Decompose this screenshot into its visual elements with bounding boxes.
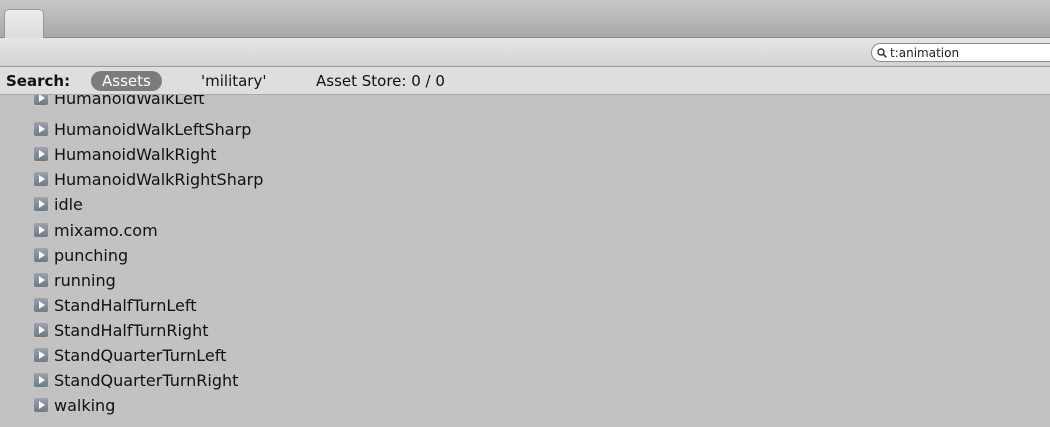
list-item-label: HumanoidWalkRightSharp bbox=[54, 169, 264, 189]
animation-clip-icon bbox=[34, 122, 48, 136]
search-field[interactable] bbox=[871, 43, 1050, 62]
animation-clip-icon bbox=[34, 197, 48, 211]
list-item[interactable]: HumanoidWalkRightSharp bbox=[34, 167, 263, 191]
list-item[interactable]: idle bbox=[34, 192, 83, 216]
animation-clip-icon bbox=[34, 273, 48, 287]
project-tab[interactable] bbox=[4, 9, 44, 39]
list-item-label: StandQuarterTurnRight bbox=[54, 370, 239, 390]
animation-clip-icon bbox=[34, 373, 48, 387]
list-item[interactable]: walking bbox=[34, 393, 115, 417]
list-item[interactable]: HumanoidWalkRight bbox=[34, 142, 217, 166]
list-item[interactable]: StandQuarterTurnLeft bbox=[34, 343, 226, 367]
search-icon bbox=[877, 47, 887, 58]
list-item-label: HumanoidWalkLeft bbox=[54, 95, 205, 108]
list-item[interactable]: StandHalfTurnLeft bbox=[34, 293, 196, 317]
list-item[interactable]: StandQuarterTurnRight bbox=[34, 368, 238, 392]
list-item[interactable]: HumanoidWalkLeft bbox=[34, 95, 205, 110]
list-item[interactable]: HumanoidWalkLeftSharp bbox=[34, 117, 251, 141]
list-item[interactable]: punching bbox=[34, 243, 128, 267]
project-toolbar bbox=[0, 38, 1050, 67]
list-item-label: StandHalfTurnLeft bbox=[54, 295, 197, 315]
animation-clip-icon bbox=[34, 298, 48, 312]
animation-clip-icon bbox=[34, 147, 48, 161]
list-item[interactable]: running bbox=[34, 268, 116, 292]
asset-store-search-button[interactable]: Asset Store: 0 / 0 bbox=[316, 72, 445, 90]
tab-bar bbox=[0, 0, 1050, 39]
search-input[interactable] bbox=[887, 44, 1040, 61]
search-label: Search: bbox=[6, 72, 71, 90]
list-item[interactable]: mixamo.com bbox=[34, 218, 158, 242]
list-item-label: punching bbox=[54, 245, 129, 265]
list-item-label: walking bbox=[54, 395, 116, 415]
list-item-label: mixamo.com bbox=[54, 220, 158, 240]
animation-clip-icon bbox=[34, 398, 48, 412]
list-item-label: StandQuarterTurnLeft bbox=[54, 345, 227, 365]
animation-clip-icon bbox=[34, 348, 48, 362]
search-term: 'military' bbox=[201, 72, 267, 90]
list-item-label: HumanoidWalkLeftSharp bbox=[54, 119, 252, 139]
search-filter-bar: Search: Assets 'military' Asset Store: 0… bbox=[0, 67, 1050, 95]
animation-clip-icon bbox=[34, 223, 48, 237]
animation-clip-icon bbox=[34, 323, 48, 337]
animation-clip-icon bbox=[34, 248, 48, 262]
list-item[interactable]: StandHalfTurnRight bbox=[34, 318, 209, 342]
asset-list[interactable]: HumanoidWalkLeft HumanoidWalkLeftSharp H… bbox=[0, 95, 1050, 427]
list-item-label: running bbox=[54, 270, 116, 290]
animation-clip-icon bbox=[34, 172, 48, 186]
list-item-label: idle bbox=[54, 194, 83, 214]
list-item-label: HumanoidWalkRight bbox=[54, 144, 217, 164]
animation-clip-icon bbox=[34, 95, 48, 105]
search-scope-assets-button[interactable]: Assets bbox=[91, 71, 162, 91]
list-item-label: StandHalfTurnRight bbox=[54, 320, 209, 340]
